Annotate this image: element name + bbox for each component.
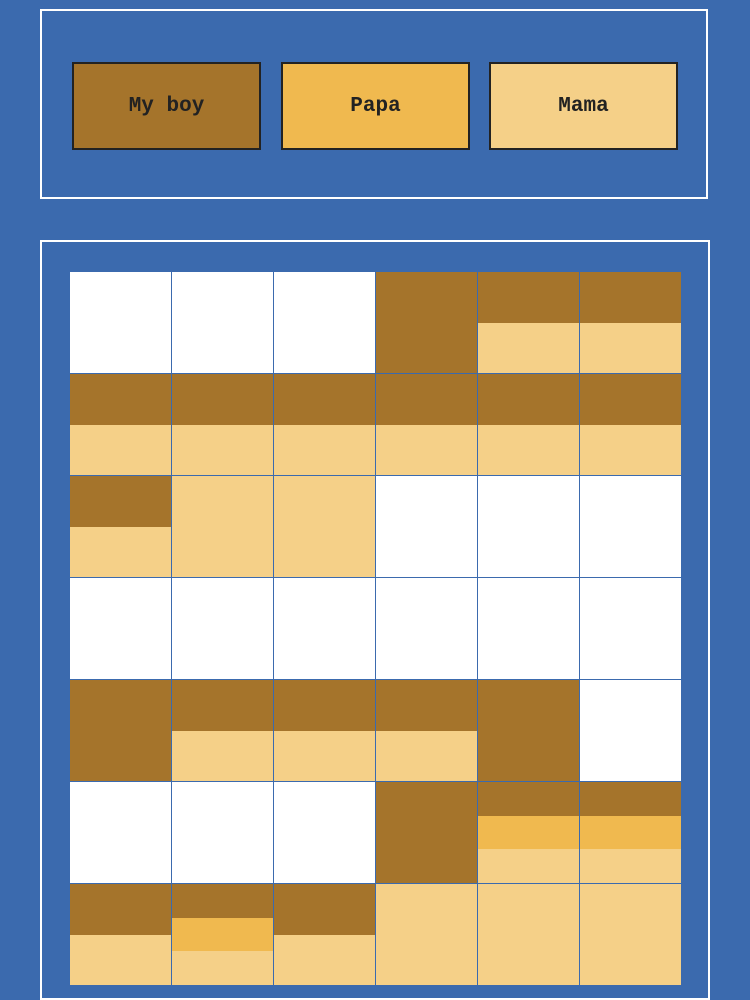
- mama-segment: [478, 884, 579, 985]
- grid-cell-r7-c6[interactable]: [580, 884, 681, 985]
- papa-segment: [580, 815, 681, 850]
- schedule-grid-panel: [40, 240, 710, 1000]
- grid-cell-r2-c4[interactable]: [376, 374, 477, 475]
- grid-cell-r4-c1[interactable]: [70, 578, 171, 679]
- schedule-grid: [70, 272, 681, 985]
- grid-cell-r3-c3[interactable]: [274, 476, 375, 577]
- my-boy-segment: [580, 272, 681, 323]
- grid-cell-r4-c4[interactable]: [376, 578, 477, 679]
- mama-segment: [172, 951, 273, 985]
- grid-cell-r4-c6[interactable]: [580, 578, 681, 679]
- my-boy-button[interactable]: My boy: [72, 62, 261, 150]
- grid-cell-r2-c2[interactable]: [172, 374, 273, 475]
- grid-cell-r3-c4[interactable]: [376, 476, 477, 577]
- mama-segment: [580, 322, 681, 373]
- mama-segment: [274, 730, 375, 781]
- mama-segment: [70, 934, 171, 985]
- my-boy-segment: [376, 782, 477, 883]
- mama-segment: [580, 424, 681, 475]
- my-boy-segment: [478, 782, 579, 816]
- grid-cell-r6-c3[interactable]: [274, 782, 375, 883]
- grid-cell-r1-c6[interactable]: [580, 272, 681, 373]
- grid-cell-r4-c3[interactable]: [274, 578, 375, 679]
- grid-cell-r7-c2[interactable]: [172, 884, 273, 985]
- my-boy-segment: [376, 680, 477, 731]
- papa-button[interactable]: Papa: [281, 62, 470, 150]
- grid-cell-r5-c2[interactable]: [172, 680, 273, 781]
- grid-cell-r6-c6[interactable]: [580, 782, 681, 883]
- my-boy-segment: [478, 680, 579, 781]
- my-boy-segment: [580, 782, 681, 816]
- grid-cell-r4-c2[interactable]: [172, 578, 273, 679]
- grid-cell-r4-c5[interactable]: [478, 578, 579, 679]
- grid-cell-r5-c5[interactable]: [478, 680, 579, 781]
- grid-cell-r5-c6[interactable]: [580, 680, 681, 781]
- grid-cell-r2-c3[interactable]: [274, 374, 375, 475]
- grid-cell-r5-c1[interactable]: [70, 680, 171, 781]
- grid-cell-r1-c4[interactable]: [376, 272, 477, 373]
- papa-segment: [478, 815, 579, 850]
- mama-segment: [580, 849, 681, 883]
- mama-segment: [376, 424, 477, 475]
- my-boy-segment: [70, 476, 171, 527]
- grid-cell-r6-c4[interactable]: [376, 782, 477, 883]
- mama-segment: [478, 849, 579, 883]
- grid-cell-r7-c1[interactable]: [70, 884, 171, 985]
- grid-cell-r7-c5[interactable]: [478, 884, 579, 985]
- my-boy-segment: [70, 374, 171, 425]
- my-boy-segment: [70, 680, 171, 781]
- grid-cell-r1-c2[interactable]: [172, 272, 273, 373]
- grid-cell-r6-c2[interactable]: [172, 782, 273, 883]
- mama-segment: [70, 526, 171, 577]
- mama-segment: [478, 424, 579, 475]
- legend-panel: My boy Papa Mama: [40, 9, 708, 199]
- mama-segment: [70, 424, 171, 475]
- mama-button[interactable]: Mama: [489, 62, 678, 150]
- my-boy-segment: [580, 374, 681, 425]
- grid-cell-r1-c5[interactable]: [478, 272, 579, 373]
- mama-segment: [376, 884, 477, 985]
- grid-cell-r6-c5[interactable]: [478, 782, 579, 883]
- grid-cell-r5-c4[interactable]: [376, 680, 477, 781]
- my-boy-segment: [478, 272, 579, 323]
- grid-cell-r3-c5[interactable]: [478, 476, 579, 577]
- grid-cell-r3-c2[interactable]: [172, 476, 273, 577]
- mama-segment: [478, 322, 579, 373]
- mama-segment: [274, 934, 375, 985]
- grid-cell-r1-c3[interactable]: [274, 272, 375, 373]
- mama-segment: [172, 424, 273, 475]
- mama-segment: [172, 476, 273, 577]
- papa-segment: [172, 917, 273, 952]
- grid-cell-r7-c3[interactable]: [274, 884, 375, 985]
- grid-cell-r3-c6[interactable]: [580, 476, 681, 577]
- mama-segment: [274, 476, 375, 577]
- my-boy-segment: [376, 272, 477, 373]
- my-boy-segment: [274, 884, 375, 935]
- grid-cell-r2-c5[interactable]: [478, 374, 579, 475]
- grid-cell-r2-c6[interactable]: [580, 374, 681, 475]
- my-boy-segment: [376, 374, 477, 425]
- my-boy-segment: [70, 884, 171, 935]
- grid-cell-r7-c4[interactable]: [376, 884, 477, 985]
- my-boy-segment: [172, 374, 273, 425]
- my-boy-segment: [478, 374, 579, 425]
- grid-cell-r2-c1[interactable]: [70, 374, 171, 475]
- mama-segment: [172, 730, 273, 781]
- mama-segment: [580, 884, 681, 985]
- mama-segment: [274, 424, 375, 475]
- grid-cell-r3-c1[interactable]: [70, 476, 171, 577]
- my-boy-segment: [274, 680, 375, 731]
- my-boy-segment: [172, 884, 273, 918]
- mama-segment: [376, 730, 477, 781]
- my-boy-segment: [172, 680, 273, 731]
- grid-cell-r1-c1[interactable]: [70, 272, 171, 373]
- grid-cell-r5-c3[interactable]: [274, 680, 375, 781]
- my-boy-segment: [274, 374, 375, 425]
- grid-cell-r6-c1[interactable]: [70, 782, 171, 883]
